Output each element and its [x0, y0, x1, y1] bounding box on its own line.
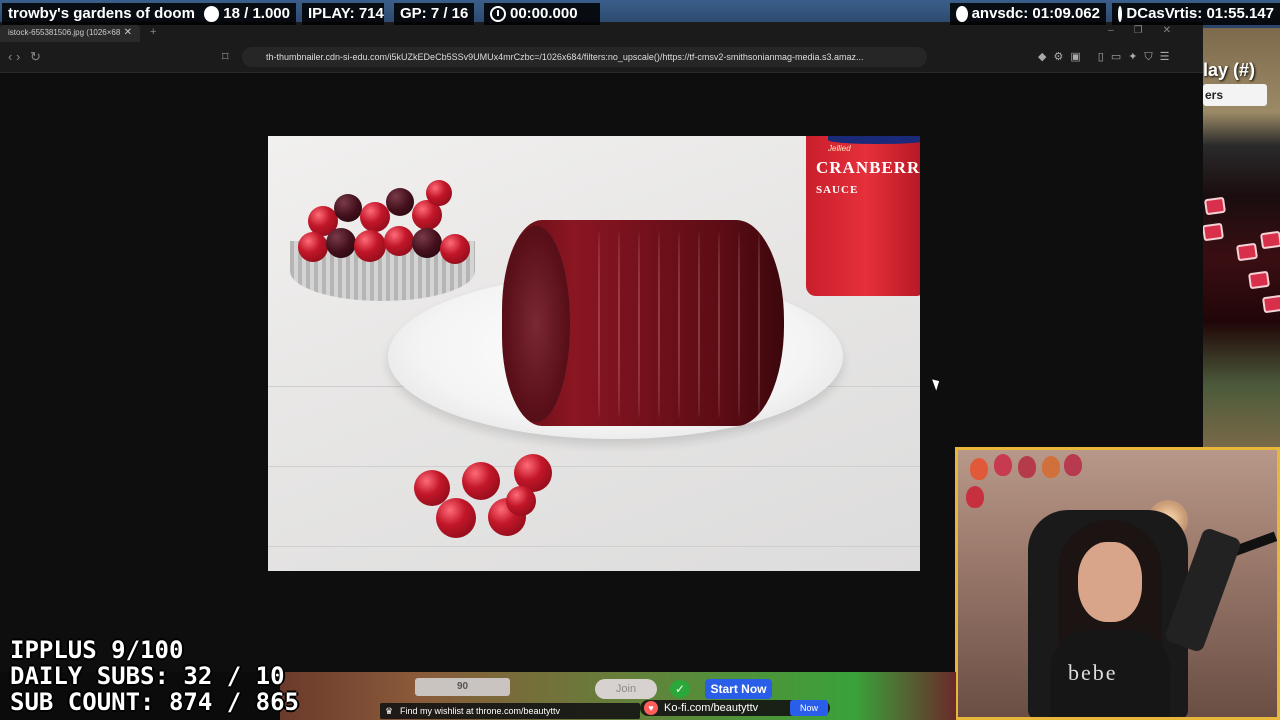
scene-button: ers — [1203, 84, 1267, 106]
heart-decoration — [1018, 456, 1036, 478]
sub-count: SUB COUNT: 874 / 865 — [10, 688, 299, 716]
heart-icon — [1201, 222, 1225, 242]
heart-icon — [1261, 294, 1280, 314]
join-button[interactable]: Join — [595, 679, 657, 699]
value-box: 90 — [415, 678, 510, 696]
cranberry — [384, 226, 414, 256]
heart-decoration — [970, 458, 988, 480]
now-button[interactable]: Now — [790, 700, 828, 716]
overlay-topbar: trowby's gardens of doom 18 / 1.000 IPLA… — [0, 0, 1280, 28]
monitor-icon — [1118, 6, 1123, 22]
cranberry — [462, 462, 500, 500]
extension-icons[interactable]: ◆⚙▣ ▯▭✦⛉☰ — [1038, 50, 1177, 64]
check-icon: ✓ — [670, 680, 690, 698]
garden-label: trowby's gardens of doom — [2, 3, 198, 25]
forward-icon[interactable]: › — [16, 49, 20, 64]
cranberry-photo: Jellied CRANBERR SAUCE — [268, 136, 920, 571]
cranberry — [334, 194, 362, 222]
back-icon[interactable]: ‹ — [8, 49, 12, 64]
daily-subs: DAILY SUBS: 32 / 10 — [10, 662, 285, 690]
cranberry — [360, 202, 390, 232]
cranberry — [412, 228, 442, 258]
heart-decoration — [994, 454, 1012, 476]
can-brand: Jellied — [828, 144, 851, 153]
record-2: DCasVrtis: 01:55.147 — [1112, 3, 1280, 25]
record-1: anvsdc: 01:09.062 — [950, 3, 1106, 25]
gp-counter: GP: 7 / 16 — [394, 3, 474, 25]
iplay-counter: IPLAY: 714 — [302, 3, 384, 25]
nav-bar: ‹ › ↻ ⌑ th-thumbnailer.cdn-si-edu.com/i5… — [0, 42, 1203, 73]
crown-icon: ♛ — [385, 706, 394, 716]
url-text: th-thumbnailer.cdn-si-edu.com/i5kUZkEDeC… — [266, 52, 864, 62]
cranberry — [436, 498, 476, 538]
heart-decoration — [1064, 454, 1082, 476]
cranberry — [354, 230, 386, 262]
webcam-overlay: bebe — [955, 447, 1280, 720]
garden-counter: 18 / 1.000 — [198, 3, 296, 25]
heart-icon — [1235, 242, 1259, 262]
reload-icon[interactable]: ↻ — [30, 49, 41, 65]
cranberry — [506, 486, 536, 516]
cranberry — [326, 228, 356, 258]
cranberry — [298, 232, 328, 262]
globe-icon — [956, 6, 968, 22]
cranberry — [386, 188, 414, 216]
scene-title: lay (#) — [1203, 60, 1256, 80]
clock-icon — [490, 6, 506, 22]
timer: 00:00.000 — [484, 3, 600, 25]
tab-title: istock-655381506.jpg (1026×68 — [8, 28, 121, 37]
heart-icon — [1203, 196, 1227, 216]
address-bar[interactable]: th-thumbnailer.cdn-si-edu.com/i5kUZkEDeC… — [242, 47, 927, 67]
heart-icon — [1259, 230, 1280, 250]
heart-icon — [1247, 270, 1271, 290]
cranberry — [426, 180, 452, 206]
stream-stats: IPPLUS 9/100 DAILY SUBS: 32 / 10 SUB COU… — [10, 637, 299, 715]
shirt-text: bebe — [1068, 660, 1118, 685]
kofi-icon: ♥ — [644, 701, 658, 715]
can-label: CRANBERR SAUCE — [816, 158, 920, 196]
heart-decoration — [966, 486, 984, 508]
heart-decoration — [1042, 456, 1060, 478]
pot-icon — [204, 6, 220, 22]
start-now-button[interactable]: Start Now — [705, 679, 772, 699]
streamer: bebe — [1050, 520, 1170, 717]
wishlist-banner: ♛ Find my wishlist at throne.com/beautyt… — [380, 703, 640, 719]
game-scene-right: lay (#) ers — [1201, 28, 1280, 448]
ipplus-count: IPPLUS 9/100 — [10, 636, 184, 664]
cranberry — [440, 234, 470, 264]
bookmark-icon[interactable]: ⌑ — [222, 49, 229, 65]
